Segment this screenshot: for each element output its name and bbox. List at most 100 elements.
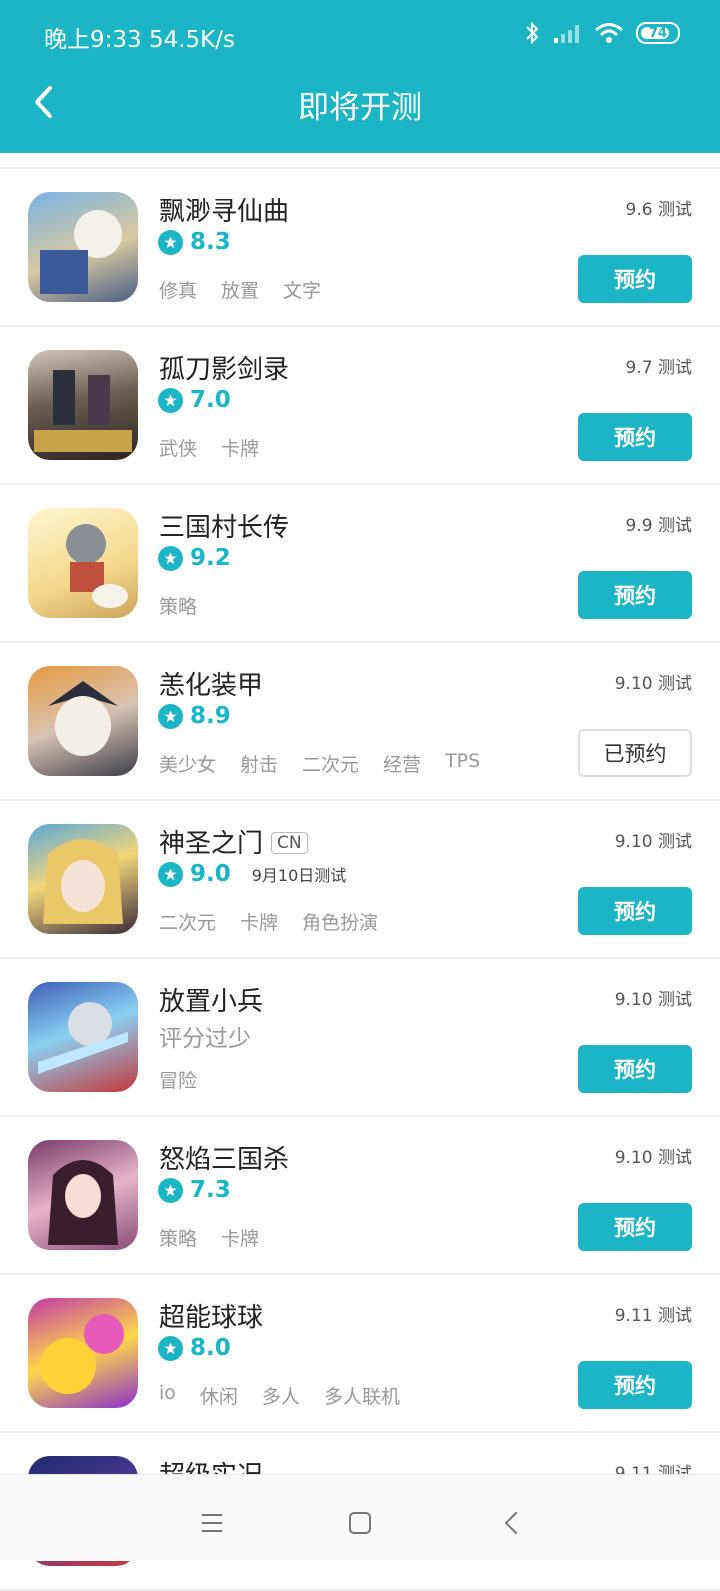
game-tag: 武侠	[159, 438, 198, 460]
game-tag: 多人联机	[323, 1386, 400, 1408]
game-rating: 7.0	[158, 387, 231, 413]
game-row[interactable]: 放置小兵 评分过少 冒险 9.10 测试 预约	[0, 959, 720, 1117]
game-icon[interactable]	[28, 192, 138, 302]
game-tags: io 休闲 多人 多人联机	[159, 1382, 400, 1409]
game-name[interactable]: 怒焰三国杀	[159, 1139, 289, 1176]
game-icon[interactable]	[28, 824, 138, 934]
wifi-icon	[595, 23, 623, 43]
game-row[interactable]: 孤刀影剑录 7.0 武侠 卡牌 9.7 测试 预约	[0, 327, 720, 485]
game-name[interactable]: 孤刀影剑录	[159, 349, 289, 386]
star-icon	[158, 1177, 183, 1203]
game-list: 飘渺寻仙曲 8.3 修真 放置 文字 9.6 测试 预约 孤刀影剑录 7.0 武…	[0, 153, 720, 1591]
game-rating: 8.9	[158, 703, 231, 729]
game-score: 9.0	[190, 861, 231, 887]
game-icon[interactable]	[28, 1140, 138, 1250]
game-icon[interactable]	[28, 666, 138, 776]
test-date: 9.7 测试	[625, 358, 692, 378]
status-bar: 晚上9:33 54.5K/s 74	[0, 0, 720, 70]
game-rating: 8.3	[158, 229, 231, 255]
test-date: 9.10 测试	[614, 674, 692, 694]
game-name[interactable]: 飘渺寻仙曲	[159, 191, 289, 228]
home-icon[interactable]	[340, 1503, 380, 1543]
game-icon[interactable]	[28, 350, 138, 460]
game-tags: 修真 放置 文字	[159, 276, 321, 303]
signal-icon	[554, 25, 579, 43]
menu-icon[interactable]	[192, 1503, 232, 1543]
game-tags: 冒险	[159, 1066, 197, 1093]
game-score: 9.2	[190, 545, 231, 571]
game-rating: 9.2	[158, 545, 231, 571]
game-tag: 策略	[159, 596, 198, 618]
game-tags: 美少女 射击 二次元 经营 TPS	[159, 750, 480, 777]
game-name[interactable]: 放置小兵	[159, 981, 263, 1018]
game-tag: TPS	[445, 750, 481, 772]
test-date: 9.11 测试	[614, 1306, 692, 1326]
game-tag: 射击	[240, 754, 279, 776]
test-date: 9.10 测试	[614, 1148, 692, 1168]
game-row[interactable]: 怒焰三国杀 7.3 策略 卡牌 9.10 测试 预约	[0, 1117, 720, 1275]
game-tag: 二次元	[159, 912, 217, 934]
list-top-separator	[0, 153, 720, 169]
game-icon[interactable]	[28, 1298, 138, 1408]
game-tag: 二次元	[302, 754, 360, 776]
system-nav-bar	[0, 1474, 720, 1561]
game-name[interactable]: 恙化装甲	[159, 665, 263, 702]
game-tag: 修真	[159, 280, 198, 302]
reserve-button[interactable]: 预约	[578, 1361, 692, 1409]
game-tag: 卡牌	[221, 1228, 260, 1250]
reserve-button[interactable]: 预约	[578, 571, 692, 619]
reserve-button[interactable]: 预约	[578, 1203, 692, 1251]
reserve-button[interactable]: 预约	[578, 887, 692, 935]
game-tag: 卡牌	[240, 912, 279, 934]
back-icon[interactable]	[492, 1503, 532, 1543]
reserve-button[interactable]: 预约	[578, 1045, 692, 1093]
game-tag: 放置	[221, 280, 260, 302]
test-date: 9.10 测试	[614, 990, 692, 1010]
game-tags: 策略	[159, 592, 197, 619]
game-rating: 8.0	[158, 1335, 231, 1361]
star-icon	[158, 545, 183, 571]
rating-unavailable: 评分过少	[159, 1026, 251, 1052]
reserve-button[interactable]: 预约	[578, 255, 692, 303]
game-row[interactable]: 飘渺寻仙曲 8.3 修真 放置 文字 9.6 测试 预约	[0, 169, 720, 327]
game-tags: 武侠 卡牌	[159, 434, 259, 461]
game-row[interactable]: 三国村长传 9.2 策略 9.9 测试 预约	[0, 485, 720, 643]
battery-indicator: 74	[636, 22, 680, 44]
star-icon	[158, 703, 183, 729]
game-score: 8.3	[190, 229, 231, 255]
status-time: 晚上9:33 54.5K/s	[44, 27, 235, 53]
status-icons: 74	[524, 20, 680, 46]
region-badge: CN	[271, 832, 308, 854]
game-tag: 文字	[283, 280, 322, 302]
game-row[interactable]: 神圣之门 CN 9.0 9月10日测试 二次元 卡牌 角色扮演 9.10 测试 预…	[0, 801, 720, 959]
star-icon	[158, 229, 183, 255]
star-icon	[158, 1335, 183, 1361]
game-row[interactable]: 超能球球 8.0 io 休闲 多人 多人联机 9.11 测试 预约	[0, 1275, 720, 1433]
star-icon	[158, 387, 183, 413]
game-name[interactable]: 三国村长传	[159, 507, 289, 544]
game-tag: 策略	[159, 1228, 198, 1250]
game-tag: io	[159, 1382, 176, 1404]
game-tags: 二次元 卡牌 角色扮演	[159, 908, 378, 935]
test-date: 9.6 测试	[625, 200, 692, 220]
reserved-button[interactable]: 已预约	[578, 729, 692, 777]
game-tag: 多人	[261, 1386, 300, 1408]
game-row[interactable]: 恙化装甲 8.9 美少女 射击 二次元 经营 TPS 9.10 测试 已预约	[0, 643, 720, 801]
reserve-button[interactable]: 预约	[578, 413, 692, 461]
game-icon[interactable]	[28, 982, 138, 1092]
game-name[interactable]: 超能球球	[159, 1297, 263, 1334]
top-bar: 晚上9:33 54.5K/s 74 即将开测	[0, 0, 720, 153]
game-icon[interactable]	[28, 508, 138, 618]
star-icon	[158, 861, 183, 887]
nav-bar: 即将开测	[0, 68, 720, 136]
battery-level: 74	[648, 25, 668, 41]
game-rating: 9.0 9月10日测试	[158, 861, 346, 887]
game-tag: 冒险	[159, 1070, 198, 1092]
game-tag: 休闲	[199, 1386, 238, 1408]
game-tag: 卡牌	[221, 438, 260, 460]
game-score: 7.3	[190, 1177, 231, 1203]
game-name[interactable]: 神圣之门 CN	[159, 823, 308, 860]
bluetooth-icon	[526, 21, 539, 45]
game-tag: 经营	[383, 754, 422, 776]
game-score: 7.0	[190, 387, 231, 413]
